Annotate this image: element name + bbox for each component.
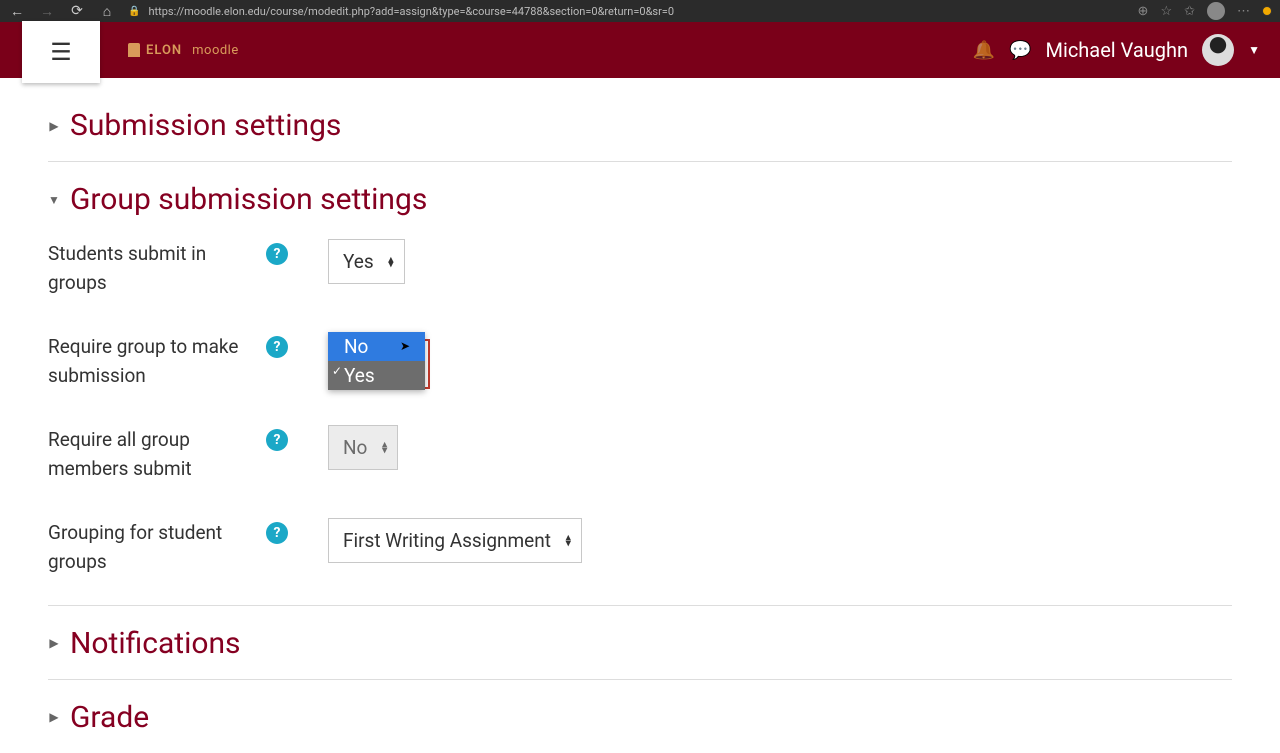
section-toggle-grade[interactable]: ▶ Grade	[48, 700, 1232, 735]
select-grouping[interactable]: First Writing Assignment ▴▾	[328, 518, 582, 563]
help-icon[interactable]: ?	[266, 243, 288, 265]
field-label: Grouping for student groups	[48, 518, 266, 577]
shield-icon	[128, 43, 140, 57]
section-title: Grade	[70, 700, 149, 735]
browser-toolbar: ← → ⟳ ⌂ 🔒 https://moodle.elon.edu/course…	[0, 0, 1280, 22]
check-icon: ✓	[332, 364, 342, 378]
home-icon[interactable]: ⌂	[98, 3, 116, 20]
site-brand[interactable]: ELON moodle	[128, 43, 239, 58]
lock-icon: 🔒	[128, 6, 140, 17]
brand-moodle-text: moodle	[192, 43, 239, 58]
refresh-icon[interactable]: ⟳	[68, 3, 86, 19]
brand-elon-text: ELON	[146, 43, 182, 58]
caret-right-icon: ▶	[48, 711, 60, 723]
option-label: Yes	[344, 364, 375, 387]
back-icon[interactable]: ←	[8, 3, 26, 20]
url-text: https://moodle.elon.edu/course/modedit.p…	[148, 5, 674, 18]
section-toggle-submission[interactable]: ▶ Submission settings	[48, 108, 1232, 143]
field-label: Require all group members submit	[48, 425, 266, 484]
star-icon[interactable]: ☆	[1160, 4, 1172, 19]
select-require-group[interactable]: No ➤ ✓ Yes	[328, 332, 425, 390]
section-title: Submission settings	[70, 108, 341, 143]
select-students-submit-in-groups[interactable]: Yes ▴▾	[328, 239, 405, 284]
field-require-group: Require group to make submission ? No ➤ …	[48, 332, 1232, 391]
section-title: Notifications	[70, 626, 241, 661]
cursor-icon: ➤	[400, 339, 410, 353]
section-toggle-notifications[interactable]: ▶ Notifications	[48, 626, 1232, 661]
hamburger-icon: ☰	[50, 38, 72, 66]
select-value: First Writing Assignment	[343, 529, 551, 552]
avatar[interactable]	[1202, 34, 1234, 66]
zoom-icon[interactable]: ⊕	[1138, 4, 1149, 19]
browser-right-icons: ⊕ ☆ ✩ ⋯	[1138, 2, 1272, 20]
address-bar[interactable]: 🔒 https://moodle.elon.edu/course/modedit…	[128, 5, 1126, 18]
help-icon[interactable]: ?	[266, 522, 288, 544]
section-notifications: ▶ Notifications	[48, 606, 1232, 680]
chat-icon[interactable]: 💬	[1009, 40, 1031, 61]
warning-dot-icon	[1262, 6, 1272, 16]
section-toggle-group[interactable]: ▼ Group submission settings	[48, 182, 1232, 217]
section-title: Group submission settings	[70, 182, 427, 217]
more-icon[interactable]: ⋯	[1237, 4, 1250, 19]
header-user-area: 🔔 💬 Michael Vaughn ▼	[973, 34, 1260, 66]
select-value: Yes	[343, 250, 374, 273]
option-label: No	[344, 335, 368, 358]
field-require-all-members: Require all group members submit ? No ▴▾	[48, 425, 1232, 484]
select-caret-icon: ▴▾	[565, 535, 571, 546]
favorites-icon[interactable]: ✩	[1184, 4, 1195, 19]
select-option-yes[interactable]: ✓ Yes	[328, 361, 425, 390]
select-open-menu: No ➤ ✓ Yes	[328, 332, 425, 390]
main-content: ▶ Submission settings ▼ Group submission…	[0, 78, 1280, 753]
section-submission-settings: ▶ Submission settings	[48, 78, 1232, 162]
section-grade: ▶ Grade	[48, 680, 1232, 753]
forward-icon: →	[38, 3, 56, 20]
section-group-submission: ▼ Group submission settings Students sub…	[48, 162, 1232, 606]
field-label: Students submit in groups	[48, 239, 266, 298]
caret-right-icon: ▶	[48, 120, 60, 132]
caret-right-icon: ▶	[48, 637, 60, 649]
select-option-no[interactable]: No ➤	[328, 332, 425, 361]
select-require-all-members: No ▴▾	[328, 425, 398, 470]
select-caret-icon: ▴▾	[382, 442, 388, 453]
field-grouping: Grouping for student groups ? First Writ…	[48, 518, 1232, 577]
group-fields: Students submit in groups ? Yes ▴▾ Requi…	[48, 239, 1232, 577]
bell-icon[interactable]: 🔔	[973, 40, 995, 61]
select-caret-icon: ▴▾	[388, 256, 394, 267]
help-icon[interactable]: ?	[266, 336, 288, 358]
help-icon[interactable]: ?	[266, 429, 288, 451]
nav-drawer-button[interactable]: ☰	[22, 21, 100, 83]
field-label: Require group to make submission	[48, 332, 266, 391]
caret-down-icon: ▼	[48, 194, 60, 206]
user-menu-caret-icon[interactable]: ▼	[1248, 43, 1260, 57]
select-value: No	[343, 436, 367, 459]
site-header: ☰ ELON moodle 🔔 💬 Michael Vaughn ▼	[0, 22, 1280, 78]
user-name[interactable]: Michael Vaughn	[1046, 38, 1189, 62]
profile-icon[interactable]	[1207, 2, 1225, 20]
field-students-submit-in-groups: Students submit in groups ? Yes ▴▾	[48, 239, 1232, 298]
